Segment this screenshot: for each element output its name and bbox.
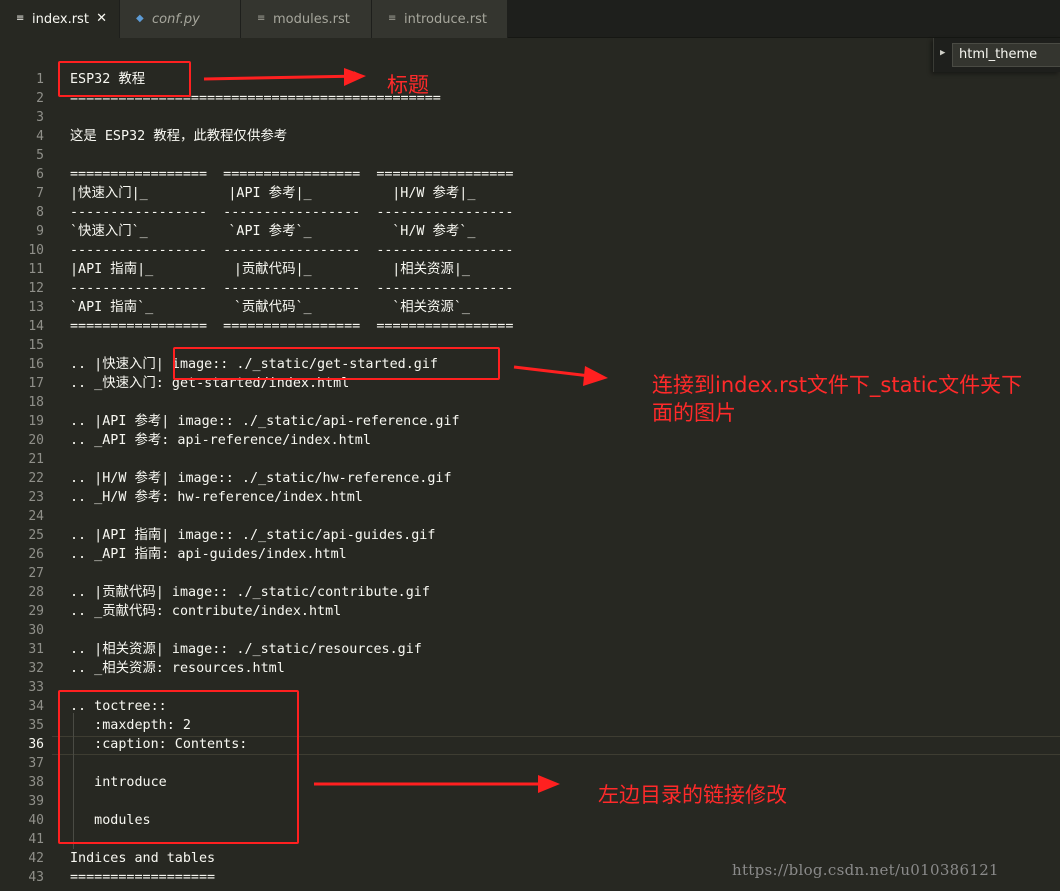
title-note: 标题: [387, 73, 429, 97]
annotation-arrows: [203, 68, 608, 793]
arrow-title: [203, 71, 364, 82]
arrow-toc-head: [538, 775, 560, 793]
arrow-title-head: [344, 68, 366, 86]
watermark: https://blog.csdn.net/u010386121: [732, 861, 999, 879]
arrow-image: [513, 365, 591, 378]
image-note: 连接到index.rst文件下_static文件夹下 面的图片: [652, 373, 1023, 425]
arrow-image-head: [583, 366, 608, 386]
toc-note: 左边目录的链接修改: [598, 783, 787, 807]
